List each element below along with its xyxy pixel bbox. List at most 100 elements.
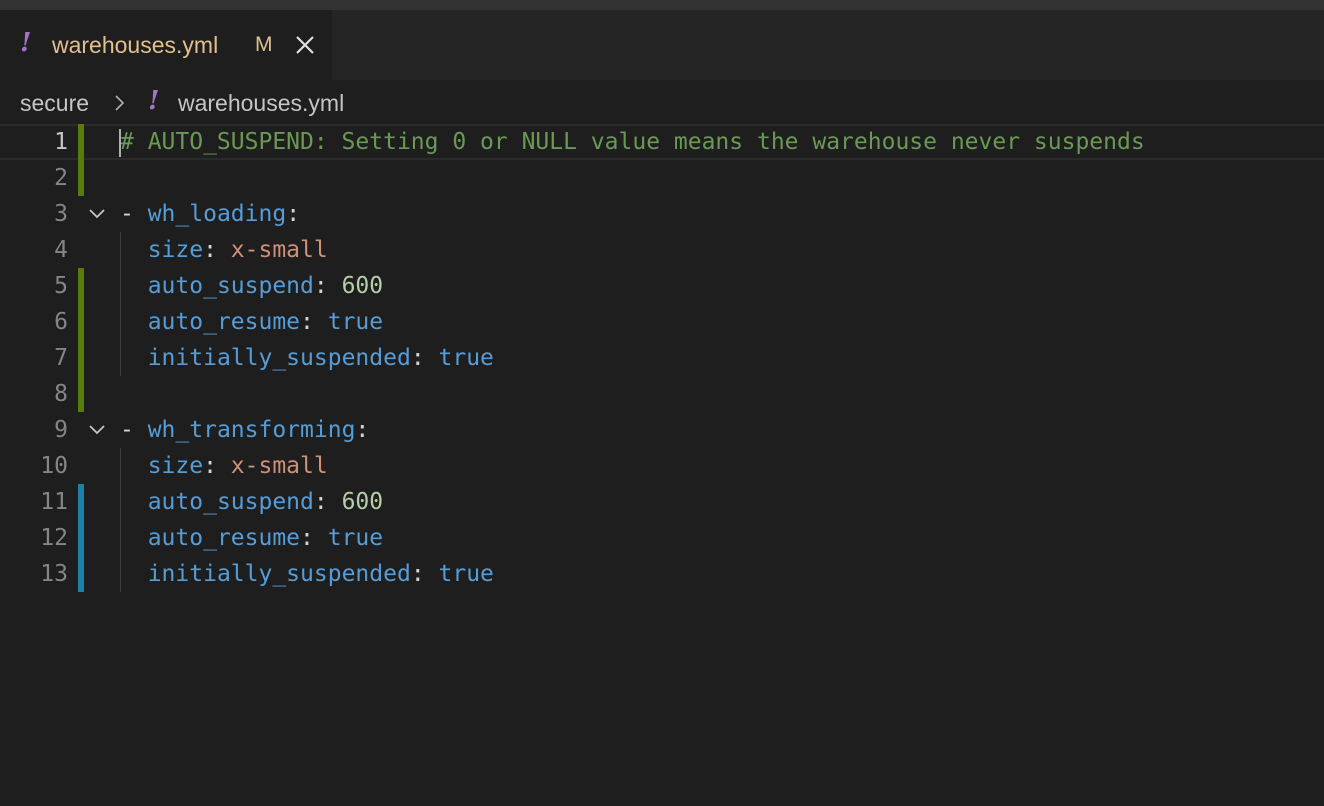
editor-line[interactable]: 7 initially_suspended: true [0, 340, 1324, 376]
editor-line[interactable]: 8 [0, 376, 1324, 412]
yaml-value: true [327, 309, 384, 335]
yaml-colon: : [300, 309, 328, 335]
text-cursor [119, 129, 121, 157]
line-code: auto_resume: true [120, 520, 383, 556]
yaml-key: auto_resume [147, 525, 301, 551]
yaml-key: wh_transforming [147, 417, 356, 443]
editor-line[interactable]: 3 - wh_loading: [0, 196, 1324, 232]
yaml-colon: : [203, 453, 231, 479]
line-number: 5 [54, 273, 68, 299]
line-number: 4 [54, 237, 68, 263]
fold-chevron-icon[interactable] [88, 206, 106, 222]
tab-title: warehouses.yml [52, 32, 219, 58]
git-added-marker[interactable] [78, 340, 84, 376]
breadcrumb-folder[interactable]: secure [20, 88, 89, 118]
yaml-key: auto_resume [147, 309, 301, 335]
yaml-file-icon: ! [20, 28, 32, 58]
editor-line[interactable]: 12 auto_resume: true [0, 520, 1324, 556]
yaml-colon: : [313, 273, 342, 299]
yaml-value: x-small [230, 237, 328, 263]
yaml-key: initially_suspended [147, 345, 411, 371]
yaml-indent [120, 309, 148, 335]
line-number: 12 [40, 525, 68, 551]
yaml-key: size [147, 237, 204, 263]
yaml-value: 600 [341, 489, 384, 515]
title-bar-strip [0, 0, 1324, 10]
editor-line[interactable]: 9 - wh_transforming: [0, 412, 1324, 448]
yaml-key: wh_loading [147, 201, 287, 227]
line-number: 10 [40, 453, 68, 479]
close-icon[interactable] [290, 30, 320, 60]
fold-chevron-icon[interactable] [88, 422, 106, 438]
line-number: 3 [54, 201, 68, 227]
git-added-marker[interactable] [78, 160, 84, 196]
yaml-file-icon: ! [148, 86, 160, 116]
git-modified-marker[interactable] [78, 556, 84, 592]
yaml-colon: : [410, 561, 439, 587]
editor-line[interactable]: 13 initially_suspended: true [0, 556, 1324, 592]
line-code: # AUTO_SUSPEND: Setting 0 or NULL value … [120, 126, 1145, 158]
indent-guide [120, 448, 121, 592]
git-added-marker[interactable] [78, 376, 84, 412]
yaml-colon: : [410, 345, 439, 371]
yaml-key: size [147, 453, 204, 479]
yaml-colon: : [313, 489, 342, 515]
line-number: 13 [40, 561, 68, 587]
line-code: auto_suspend: 600 [120, 268, 383, 304]
line-code: auto_resume: true [120, 304, 383, 340]
yaml-indent [120, 525, 148, 551]
git-modified-marker[interactable] [78, 520, 84, 556]
line-code: - wh_transforming: [120, 412, 369, 448]
line-code: size: x-small [120, 232, 328, 268]
yaml-value: 600 [341, 273, 384, 299]
yaml-value: true [438, 561, 494, 587]
line-code: initially_suspended: true [120, 340, 494, 376]
yaml-colon: : [286, 201, 301, 227]
line-number: 8 [54, 381, 68, 407]
yaml-colon: : [203, 237, 231, 263]
line-code: size: x-small [120, 448, 328, 484]
modified-badge: M [255, 33, 273, 56]
yaml-value: x-small [230, 453, 328, 479]
line-code: - wh_loading: [120, 196, 300, 232]
yaml-indent [120, 273, 148, 299]
line-code: auto_suspend: 600 [120, 484, 383, 520]
editor-line[interactable]: 4 size: x-small [0, 232, 1324, 268]
git-added-marker[interactable] [78, 304, 84, 340]
yaml-colon: : [355, 417, 370, 443]
line-number: 7 [54, 345, 68, 371]
code-editor[interactable]: 1 # AUTO_SUSPEND: Setting 0 or NULL value… [0, 124, 1324, 806]
yaml-value: true [327, 525, 384, 551]
yaml-list-dash: - [120, 417, 148, 443]
yaml-indent [120, 453, 148, 479]
tab-bar: ! warehouses.yml M [0, 10, 1324, 80]
yaml-list-dash: - [120, 201, 148, 227]
editor-line[interactable]: 10 size: x-small [0, 448, 1324, 484]
yaml-value: true [438, 345, 494, 371]
git-added-marker[interactable] [78, 124, 84, 160]
line-number: 6 [54, 309, 68, 335]
editor-line[interactable]: 1 # AUTO_SUSPEND: Setting 0 or NULL value… [0, 124, 1324, 160]
yaml-colon: : [300, 525, 328, 551]
git-modified-marker[interactable] [78, 484, 84, 520]
editor-line[interactable]: 2 [0, 160, 1324, 196]
yaml-key: auto_suspend [147, 489, 314, 515]
yaml-comment: # AUTO_SUSPEND: Setting 0 or NULL value … [120, 129, 1145, 155]
editor-line[interactable]: 5 auto_suspend: 600 [0, 268, 1324, 304]
line-number: 1 [54, 129, 68, 155]
yaml-indent [120, 561, 148, 587]
editor-line[interactable]: 6 auto_resume: true [0, 304, 1324, 340]
yaml-indent [120, 345, 148, 371]
line-number: 2 [54, 165, 68, 191]
breadcrumb-file[interactable]: warehouses.yml [178, 88, 344, 118]
editor-line[interactable]: 11 auto_suspend: 600 [0, 484, 1324, 520]
yaml-key: initially_suspended [147, 561, 411, 587]
indent-guide [120, 232, 121, 376]
line-number: 11 [40, 489, 68, 515]
git-added-marker[interactable] [78, 268, 84, 304]
yaml-indent [120, 489, 148, 515]
yaml-key: auto_suspend [147, 273, 314, 299]
line-number: 9 [54, 417, 68, 443]
line-code: initially_suspended: true [120, 556, 494, 592]
tab-warehouses-yml[interactable]: ! warehouses.yml M [0, 10, 332, 80]
